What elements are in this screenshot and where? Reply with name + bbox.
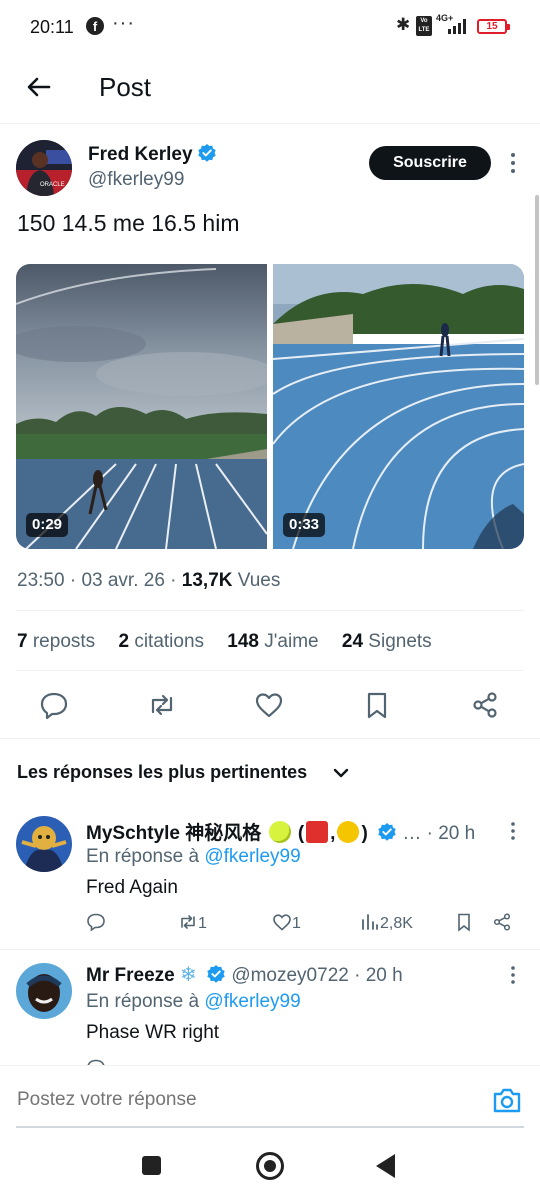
softball-emoji-icon [268,821,291,843]
reply-header: MySchtyle 神秘风格 (,) … · 20 h [86,821,476,844]
avatar[interactable] [16,816,72,872]
video-duration: 0:33 [283,513,326,537]
like-icon[interactable]: 1 [272,912,301,938]
volte-icon: Vo LTE [416,16,432,36]
reply-time[interactable]: · 20 h [354,965,403,986]
post-date[interactable]: 03 avr. 26 [81,570,164,591]
sort-label[interactable]: Les réponses les plus pertinentes [17,762,307,783]
views-label: Vues [237,570,281,591]
reply-item[interactable]: MySchtyle 神秘风格 (,) … · 20 h En réponse à… [0,808,540,950]
post-meta: 23:50 · 03 avr. 26 · 13,7K Vues [17,570,281,591]
bookmark-icon[interactable] [362,690,392,720]
like-count: 1 [292,915,301,932]
camera-icon[interactable] [492,1086,522,1114]
video-thumbnail-1[interactable]: 0:29 [16,264,267,549]
reply-input[interactable] [17,1089,437,1111]
author-handle[interactable]: @fkerley99 [88,169,184,191]
svg-text:ORACLE: ORACLE [40,182,65,188]
replies-sort[interactable]: Les réponses les plus pertinentes [0,738,540,808]
video-duration: 0:29 [26,513,69,537]
share-icon[interactable] [470,690,500,720]
reply-composer [0,1065,540,1130]
reply-author-name[interactable]: Mr Freeze [86,965,175,986]
reply-header: Mr Freeze ❄ @mozey0722 · 20 h [86,962,403,987]
post-stats: 7 reposts 2 citations 148 J'aime 24 Sign… [17,631,450,653]
back-triangle-icon[interactable] [376,1154,395,1178]
home-icon[interactable] [256,1152,284,1180]
top-bar: Post [0,54,540,124]
reply-icon[interactable] [86,912,106,938]
arrow-left-icon[interactable] [22,70,56,104]
post-actions [0,684,540,728]
reply-time[interactable]: · 20 h [427,823,476,844]
snowflake-emoji-icon: ❄ [179,964,197,986]
reply-icon[interactable] [86,1058,106,1065]
track-photo-lanes [273,264,524,549]
scrollbar[interactable] [535,195,539,385]
reply-to-line: En réponse à @fkerley99 [86,846,301,867]
post-text: 150 14.5 me 16.5 him [17,210,240,236]
chevron-down-icon[interactable] [332,764,350,782]
page-title: Post [99,72,152,102]
bookmarks-stat[interactable]: 24 Signets [342,631,432,652]
more-options-icon[interactable] [506,150,520,176]
mention-link[interactable]: @fkerley99 [204,846,300,867]
repost-icon[interactable]: 1 [178,912,207,938]
bluetooth-icon: ✱ [396,15,411,34]
views-count: 13,7K [181,570,233,591]
status-time: 20:11 [30,17,74,37]
video-thumbnail-2[interactable]: 0:33 [273,264,524,549]
more-options-icon[interactable] [508,964,518,986]
reposts-stat[interactable]: 7 reposts [17,631,95,652]
signal-icon [448,19,466,34]
repost-icon[interactable] [147,690,177,720]
composer-underline [16,1126,524,1128]
quotes-stat[interactable]: 2 citations [118,631,204,652]
share-icon[interactable] [492,912,512,938]
more-dots-icon: ··· [112,12,135,34]
verified-badge-icon [378,823,396,841]
reply-actions: 1 1 2,8K [86,912,526,938]
bookmark-icon[interactable] [454,912,474,938]
likes-stat[interactable]: 148 J'aime [227,631,318,652]
post-time[interactable]: 23:50 [17,570,65,591]
avatar[interactable] [16,963,72,1019]
views-icon[interactable]: 2,8K [360,912,413,938]
status-bar: 20:11 f ··· ✱ Vo LTE 4G+ 15 [0,0,540,54]
reply-author-name[interactable]: MySchtyle 神秘风格 [86,823,261,844]
reply-item[interactable]: Mr Freeze ❄ @mozey0722 · 20 h En réponse… [0,950,540,1065]
reply-author-handle[interactable]: @mozey0722 [231,965,349,986]
views-count: 2,8K [380,915,413,932]
verified-badge-icon [197,144,216,162]
recent-apps-icon[interactable] [142,1156,161,1175]
subscribe-button[interactable]: Souscrire [369,146,491,180]
system-nav-bar [0,1130,540,1199]
reply-icon[interactable] [39,690,69,720]
reply-to-line: En réponse à @fkerley99 [86,991,301,1012]
red-square-emoji-icon [306,821,329,843]
divider [16,610,524,611]
like-icon[interactable] [254,690,284,720]
divider [16,670,524,671]
battery-icon: 15 [477,19,510,34]
yellow-circle-emoji-icon [337,821,360,843]
author-name[interactable]: Fred Kerley [88,143,217,166]
reply-text: Phase WR right [86,1022,220,1043]
track-photo-sky [16,264,267,549]
mention-link[interactable]: @fkerley99 [204,991,300,1012]
verified-badge-icon [207,965,225,983]
reply-text: Fred Again [86,877,178,898]
facebook-icon: f [86,17,104,35]
more-options-icon[interactable] [508,820,518,842]
avatar[interactable]: ORACLE [16,140,72,196]
repost-count: 1 [198,915,207,932]
reply-actions [86,1058,526,1065]
